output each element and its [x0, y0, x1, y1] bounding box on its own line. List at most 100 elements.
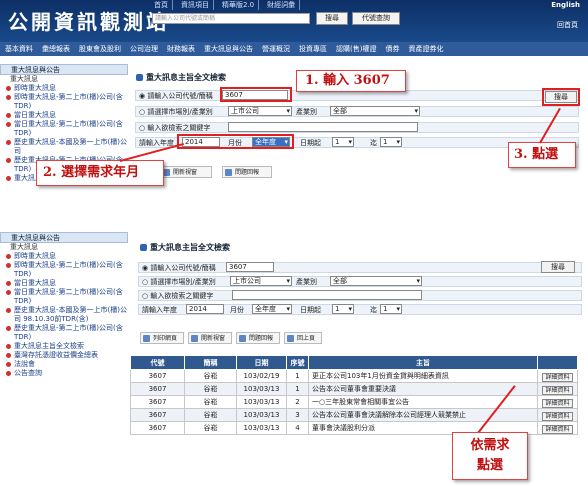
- sidebar-item[interactable]: 當日重大訊息: [0, 111, 128, 120]
- code-label: 請輸入公司代號/簡稱: [147, 92, 213, 100]
- cell-action: 詳細資料: [537, 421, 578, 435]
- keyword-label: 輸入欲檢索之關鍵字: [150, 292, 214, 300]
- nav-item[interactable]: 股東會及股利: [79, 44, 121, 54]
- nav-item[interactable]: 投資專區: [299, 44, 327, 54]
- link-elite[interactable]: 精華版2.0: [218, 0, 260, 10]
- sidebar-category[interactable]: 重大訊息: [0, 243, 128, 252]
- keyword-input[interactable]: [228, 122, 418, 132]
- col-date: 日期: [236, 355, 287, 370]
- detail-button[interactable]: 詳細資料: [542, 398, 573, 408]
- day-to-select-2[interactable]: 1: [380, 304, 402, 314]
- sidebar-item[interactable]: 重大訊息主旨全文檢索: [0, 342, 128, 351]
- nav-item[interactable]: 財務報表: [167, 44, 195, 54]
- top-links: 首頁 資訊項目 精華版2.0 財經詞彙: [150, 0, 301, 10]
- table-row: 3607 谷崧 103/02/19 1 更正本公司103年1月份資金貸與明細表資…: [130, 369, 578, 383]
- sidebar-item[interactable]: 即時重大訊息: [0, 252, 128, 261]
- sidebar-title: 重大訊息與公告: [0, 232, 128, 243]
- keyword-input-2[interactable]: [232, 290, 422, 300]
- day-to-select[interactable]: 1: [380, 137, 402, 147]
- detail-button[interactable]: 詳細資料: [542, 424, 573, 434]
- nav-item[interactable]: 重大訊息與公告: [204, 44, 253, 54]
- callout-step2: 2. 選擇需求年月: [36, 160, 164, 186]
- sidebar-category[interactable]: 重大訊息: [0, 75, 128, 84]
- callout-step4-line2: 點選: [476, 458, 503, 473]
- day-from-select-2[interactable]: 1: [332, 304, 354, 314]
- report-issue-button[interactable]: 問題回報: [222, 166, 272, 178]
- code-label: 請輸入公司代號/簡稱: [150, 264, 216, 272]
- sidebar-item[interactable]: 公告查詢: [0, 369, 128, 378]
- industry-label: 產業別: [296, 108, 317, 116]
- page-title-2: 重大訊息主旨全文檢索: [140, 242, 230, 253]
- col-subject: 主旨: [308, 355, 538, 370]
- table-row: 3607 谷崧 103/03/13 3 公告本公司董事會決議解除本公司經理人競業…: [130, 408, 578, 422]
- industry-select-2[interactable]: 全部: [330, 276, 422, 286]
- cell-code: 3607: [130, 369, 185, 383]
- keyword-label: 輸入欲檢索之關鍵字: [147, 124, 211, 132]
- sidebar-item[interactable]: 即時重大訊息-第二上市(櫃)公司(含TDR): [0, 93, 128, 111]
- home-link[interactable]: 回首頁: [557, 20, 578, 30]
- nav-item[interactable]: 營運概況: [262, 44, 290, 54]
- sidebar-item[interactable]: 當日重大訊息-第二上市(櫃)公司(含TDR): [0, 288, 128, 306]
- results-table: 代號 簡稱 日期 序號 主旨 3607 谷崧 103/02/19 1 更正本公司…: [130, 355, 578, 435]
- print-button[interactable]: 列印網頁: [140, 332, 184, 344]
- nav-item[interactable]: 彙總報表: [42, 44, 70, 54]
- col-seq: 序號: [286, 355, 309, 370]
- day-from-select[interactable]: 1: [332, 137, 354, 147]
- cell-action: 詳細資料: [537, 369, 578, 383]
- sidebar-item[interactable]: 臺灣存託憑證收益價金總表: [0, 351, 128, 360]
- market-label: 請選擇市場別/產業別: [147, 108, 213, 116]
- page-title: 重大訊息主旨全文檢索: [136, 72, 226, 83]
- sidebar-item[interactable]: 當日重大訊息: [0, 279, 128, 288]
- month-label-2: 月份: [230, 306, 244, 314]
- sidebar-item[interactable]: 即時重大訊息-第二上市(櫃)公司(含TDR): [0, 261, 128, 279]
- sidebar-item[interactable]: 當日重大訊息-第二上市(櫃)公司(含TDR): [0, 120, 128, 138]
- search-button-2[interactable]: 搜尋: [541, 261, 575, 273]
- sidebar-item[interactable]: 歷史重大訊息-本國及第一上市(櫃)公司 98.10.30前TDR(含): [0, 306, 128, 324]
- link-info-items[interactable]: 資訊項目: [177, 0, 214, 10]
- col-action: [537, 355, 578, 370]
- month-select-2[interactable]: 全年度: [252, 304, 292, 314]
- back-button[interactable]: 回上頁: [284, 332, 322, 344]
- sidebar-bottom: 重大訊息與公告 重大訊息 即時重大訊息 即時重大訊息-第二上市(櫃)公司(含TD…: [0, 232, 128, 378]
- link-home[interactable]: 首頁: [150, 0, 173, 10]
- cell-code: 3607: [130, 382, 185, 396]
- table-row: 3607 谷崧 103/03/13 2 一○三年股東常會相關事宜公告 詳細資料: [130, 395, 578, 409]
- report-issue-button-2[interactable]: 問題回報: [236, 332, 280, 344]
- industry-label-2: 產業別: [296, 278, 317, 286]
- new-window-button-2[interactable]: 開新視窗: [188, 332, 232, 344]
- nav-item[interactable]: 認購(售)權證: [336, 44, 376, 54]
- sidebar-title: 重大訊息與公告: [0, 64, 128, 75]
- cell-code: 3607: [130, 395, 185, 409]
- code-lookup-button[interactable]: 代號查詢: [352, 12, 400, 25]
- detail-button[interactable]: 詳細資料: [542, 385, 573, 395]
- detail-button[interactable]: 詳細資料: [542, 411, 573, 421]
- nav-item[interactable]: 公司治理: [130, 44, 158, 54]
- highlight-code-input: [220, 87, 292, 102]
- col-name: 簡稱: [184, 355, 237, 370]
- company-code-input-2[interactable]: 3607: [226, 262, 274, 272]
- year-input-2[interactable]: 2014: [186, 304, 224, 314]
- market-select[interactable]: 上市公司: [228, 106, 292, 116]
- nav-item[interactable]: 資產證券化: [408, 44, 443, 54]
- header-search-button[interactable]: 搜尋: [316, 12, 348, 25]
- main-nav: 基本資料 彙總報表 股東會及股利 公司治理 財務報表 重大訊息與公告 營運概況 …: [0, 42, 588, 56]
- cell-date: 103/03/13: [236, 382, 287, 396]
- callout-step1: 1. 輸入 3607: [296, 70, 406, 92]
- market-label: 請選擇市場別/產業別: [150, 278, 216, 286]
- nav-item[interactable]: 基本資料: [5, 44, 33, 54]
- new-window-button[interactable]: 開新視窗: [160, 166, 212, 178]
- english-link[interactable]: English: [551, 1, 580, 9]
- site-logo[interactable]: 公開資訊觀測站: [8, 6, 169, 35]
- link-glossary[interactable]: 財經詞彙: [263, 0, 301, 10]
- nav-item[interactable]: 債券: [385, 44, 399, 54]
- sidebar-item[interactable]: 歷史重大訊息-第二上市(櫃)公司(含TDR): [0, 324, 128, 342]
- sidebar-item[interactable]: 法說會: [0, 360, 128, 369]
- market-select-2[interactable]: 上市公司: [230, 276, 292, 286]
- industry-select[interactable]: 全部: [330, 106, 420, 116]
- day-from-label-2: 日期起: [300, 306, 321, 314]
- sidebar-item[interactable]: 即時重大訊息: [0, 84, 128, 93]
- sidebar-item[interactable]: 歷史重大訊息-本國及第一上市(櫃)公司: [0, 138, 128, 156]
- header-search-input[interactable]: 請輸入公司代號或簡稱: [152, 13, 310, 24]
- cell-date: 103/03/13: [236, 395, 287, 409]
- detail-button[interactable]: 詳細資料: [542, 372, 573, 382]
